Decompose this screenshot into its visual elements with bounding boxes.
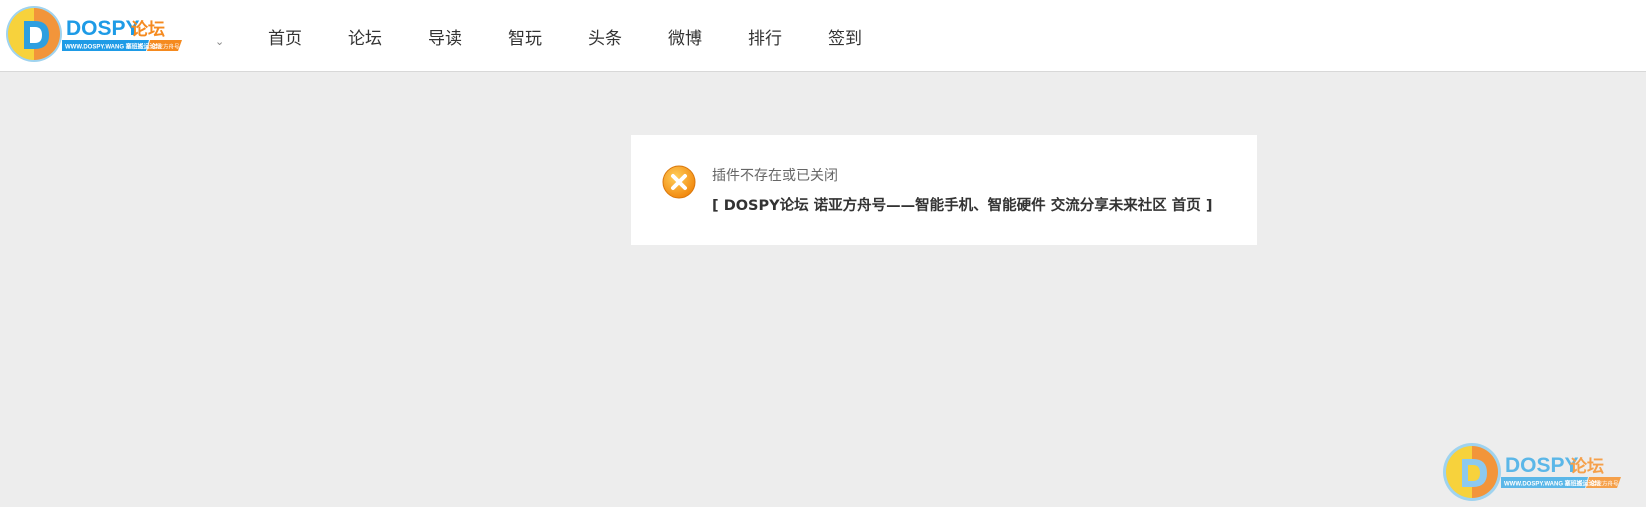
logo-tagline-left: WWW.DOSPY.WANG 塞班搬运论坛 — [65, 43, 162, 51]
bracket-open: [ — [712, 198, 724, 214]
site-logo[interactable]: DOSPY 论坛 WWW.DOSPY.WANG 塞班搬运论坛 诺亚方舟号 — [4, 4, 194, 64]
top-header: DOSPY 论坛 WWW.DOSPY.WANG 塞班搬运论坛 诺亚方舟号 ⌄ 首… — [0, 0, 1646, 72]
footer-logo-tagline-left: WWW.DOSPY.WANG 塞班搬运论坛 — [1504, 480, 1601, 488]
footer-logo: DOSPY 论坛 WWW.DOSPY.WANG 塞班搬运论坛 诺亚方舟号 — [1443, 443, 1621, 501]
logo-brand-cn: 论坛 — [131, 19, 165, 40]
message-box: 插件不存在或已关闭 [ DOSPY论坛 诺亚方舟号——智能手机、智能硬件 交流分… — [631, 135, 1257, 245]
bracket-close: ] — [1200, 198, 1213, 214]
message-link-line: [ DOSPY论坛 诺亚方舟号——智能手机、智能硬件 交流分享未来社区 首页 ] — [712, 194, 1212, 215]
nav-item-signin[interactable]: 签到 — [810, 24, 890, 49]
nav-item-weibo[interactable]: 微博 — [650, 24, 730, 49]
footer-logo-brand: DOSPY — [1505, 454, 1579, 477]
nav-item-forum[interactable]: 论坛 — [330, 24, 410, 49]
nav-item-smart[interactable]: 智玩 — [490, 24, 570, 49]
nav-item-ranking[interactable]: 排行 — [730, 24, 810, 49]
message-title: 插件不存在或已关闭 — [712, 168, 838, 184]
nav-item-headlines[interactable]: 头条 — [570, 24, 650, 49]
footer-logo-brand-cn: 论坛 — [1570, 456, 1604, 477]
nav-item-guide[interactable]: 导读 — [410, 24, 490, 49]
logo-brand: DOSPY — [66, 17, 140, 40]
main-nav: 首页 论坛 导读 智玩 头条 微博 排行 签到 — [250, 0, 890, 72]
logo-tagline-right: 诺亚方舟号 — [152, 43, 180, 51]
home-link[interactable]: DOSPY论坛 诺亚方舟号——智能手机、智能硬件 交流分享未来社区 首页 — [724, 198, 1201, 214]
footer-logo-tagline-right: 诺亚方舟号 — [1591, 480, 1619, 488]
nav-item-home[interactable]: 首页 — [250, 24, 330, 49]
chevron-down-icon[interactable]: ⌄ — [215, 36, 224, 47]
error-x-icon — [662, 165, 696, 199]
